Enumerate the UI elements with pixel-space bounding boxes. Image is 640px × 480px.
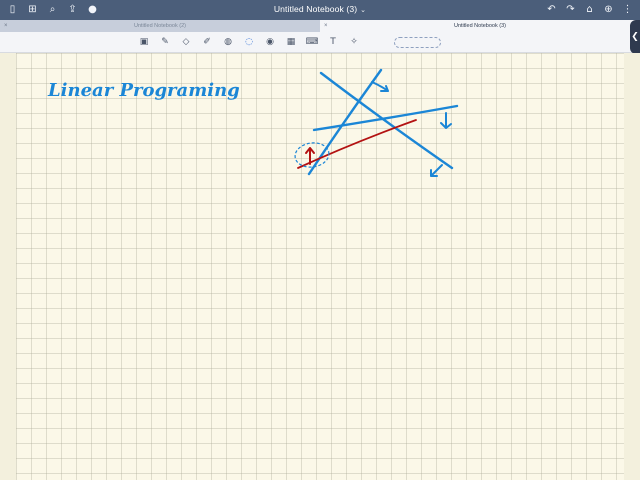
laser-pointer-icon[interactable]: ✧ xyxy=(346,35,362,49)
undo-icon[interactable]: ↶ xyxy=(545,3,558,16)
lasso-selection-preview[interactable] xyxy=(394,37,441,48)
page-right-margin xyxy=(624,53,640,480)
top-bar: ▯ ⊞ ⌕ ⇪ ● Untitled Notebook (3) ⌄ ↶ ↷ ⌂ ⊕… xyxy=(0,0,640,20)
grid-paper xyxy=(16,53,624,480)
page-left-margin xyxy=(0,53,16,480)
tabs-bar: × Untitled Notebook (2) × Untitled Noteb… xyxy=(0,20,640,32)
add-page-icon[interactable]: ⊕ xyxy=(602,3,615,16)
tab-label: Untitled Notebook (2) xyxy=(134,23,186,29)
close-tab-icon[interactable]: × xyxy=(4,20,8,32)
tab-label: Untitled Notebook (3) xyxy=(454,23,506,29)
photo-icon[interactable]: ▦ xyxy=(283,35,299,49)
side-panel-handle[interactable]: ❮ xyxy=(630,20,640,54)
lasso-icon[interactable]: ◌ xyxy=(241,35,257,49)
tab-untitled-notebook-3[interactable]: × Untitled Notebook (3) xyxy=(320,20,640,32)
highlighter-icon[interactable]: ✐ xyxy=(199,35,215,49)
camera-icon[interactable]: ◉ xyxy=(262,35,278,49)
redo-icon[interactable]: ↷ xyxy=(564,3,577,16)
pen-icon[interactable]: ✎ xyxy=(157,35,173,49)
eraser-icon[interactable]: ◇ xyxy=(178,35,194,49)
more-options-icon[interactable]: ⋮ xyxy=(621,3,634,16)
tab-untitled-notebook-2[interactable]: × Untitled Notebook (2) xyxy=(0,20,320,32)
window-title[interactable]: Untitled Notebook (3) ⌄ xyxy=(0,4,640,14)
tool-group: ▣ ✎ ◇ ✐ ◍ ◌ ◉ ▦ ⌨ T ✧ xyxy=(136,35,362,49)
text-icon[interactable]: T xyxy=(325,35,341,49)
shapes-icon[interactable]: ◍ xyxy=(220,35,236,49)
image-panel-icon[interactable]: ▣ xyxy=(136,35,152,49)
keyboard-icon[interactable]: ⌨ xyxy=(304,35,320,49)
tools-toolbar: ▣ ✎ ◇ ✐ ◍ ◌ ◉ ▦ ⌨ T ✧ xyxy=(0,32,640,53)
window-title-text: Untitled Notebook (3) xyxy=(273,4,358,14)
chevron-down-icon: ⌄ xyxy=(360,7,367,14)
close-tab-icon[interactable]: × xyxy=(324,20,328,32)
bookmark-icon[interactable]: ⌂ xyxy=(583,3,596,16)
top-right-controls: ↶ ↷ ⌂ ⊕ ⋮ xyxy=(545,3,634,16)
